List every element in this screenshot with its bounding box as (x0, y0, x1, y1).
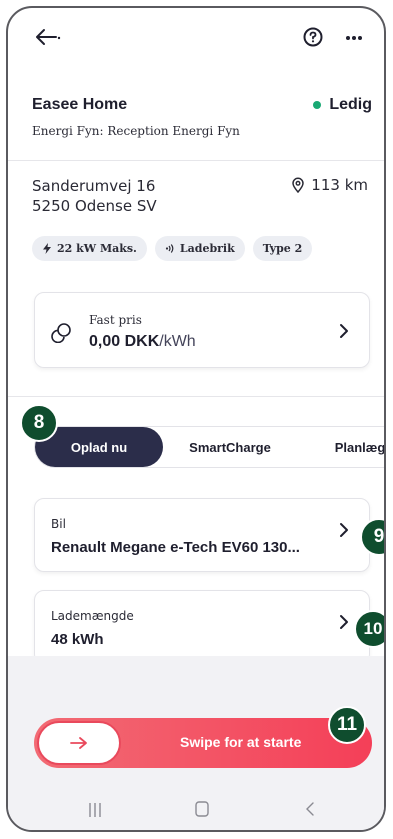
address-street: Sanderumvej 16 (32, 177, 156, 195)
chevron-right-icon (340, 324, 348, 338)
divider (8, 160, 384, 161)
signal-icon (165, 244, 174, 253)
status-indicator: Ledig (313, 96, 372, 114)
address-city: 5250 Odense SV (32, 197, 157, 215)
charge-amount-value: 48 kWh (51, 631, 104, 648)
charge-mode-tabs: Oplad nu SmartCharge Planlæg (34, 426, 384, 468)
status-dot-icon (313, 101, 322, 109)
price-value-line: 0,00 DKK/kWh (89, 333, 196, 351)
swipe-handle[interactable] (37, 721, 121, 765)
top-bar (8, 8, 384, 68)
more-options-icon[interactable] (342, 26, 366, 48)
step-badge-10: 10 (354, 610, 384, 648)
chip-connector: Type 2 (252, 236, 313, 261)
charge-amount-label: Lademængde (51, 609, 134, 623)
nav-back-icon[interactable] (304, 800, 316, 818)
chip-power: 22 kW Maks. (32, 236, 147, 261)
connector-chips: 22 kW Maks. Ladebrik Type 2 (32, 236, 313, 261)
car-value: Renault Megane e-Tech EV60 130... (51, 539, 300, 556)
arrow-right-icon (70, 737, 87, 749)
station-operator: Energi Fyn: Reception Energi Fyn (32, 124, 240, 138)
chevron-right-icon (340, 615, 348, 629)
phone-frame: Easee Home Energi Fyn: Reception Energi … (6, 6, 386, 832)
chip-power-label: 22 kW Maks. (57, 242, 137, 255)
chevron-right-icon (340, 523, 348, 537)
car-label: Bil (51, 517, 66, 531)
step-badge-11: 11 (328, 706, 366, 744)
price-unit: /kWh (159, 333, 196, 350)
station-header: Easee Home Energi Fyn: Reception Energi … (32, 96, 372, 138)
swipe-to-start-slider[interactable]: Swipe for at starte (34, 718, 372, 768)
distance: 113 km (291, 176, 368, 194)
address-block: Sanderumvej 16 5250 Odense SV (32, 176, 157, 216)
chip-connector-label: Type 2 (262, 242, 303, 255)
bolt-icon (43, 243, 51, 254)
coins-icon (51, 323, 71, 343)
swipe-label: Swipe for at starte (180, 734, 302, 750)
chip-charger-type-label: Ladebrik (179, 242, 235, 255)
price-label: Fast pris (89, 313, 142, 327)
tab-smartcharge[interactable]: SmartCharge (175, 427, 285, 467)
price-amount: 0,00 DKK (89, 333, 160, 350)
help-icon[interactable] (302, 26, 324, 48)
status-label: Ledig (329, 96, 372, 113)
location-pin-icon (292, 177, 305, 193)
home-icon[interactable] (194, 800, 210, 818)
tab-schedule[interactable]: Planlæg (315, 427, 384, 467)
chip-charger-type: Ladebrik (154, 236, 245, 261)
step-badge-8: 8 (20, 404, 58, 442)
system-nav-bar (8, 794, 384, 830)
car-card[interactable]: Bil Renault Megane e-Tech EV60 130... (34, 498, 370, 572)
charge-amount-card[interactable]: Lademængde 48 kWh (34, 590, 370, 664)
distance-value: 113 km (311, 176, 368, 194)
price-card[interactable]: Fast pris 0,00 DKK/kWh (34, 292, 370, 368)
divider (8, 396, 384, 397)
back-arrow-icon[interactable] (34, 26, 62, 48)
recent-apps-icon[interactable] (88, 802, 102, 818)
